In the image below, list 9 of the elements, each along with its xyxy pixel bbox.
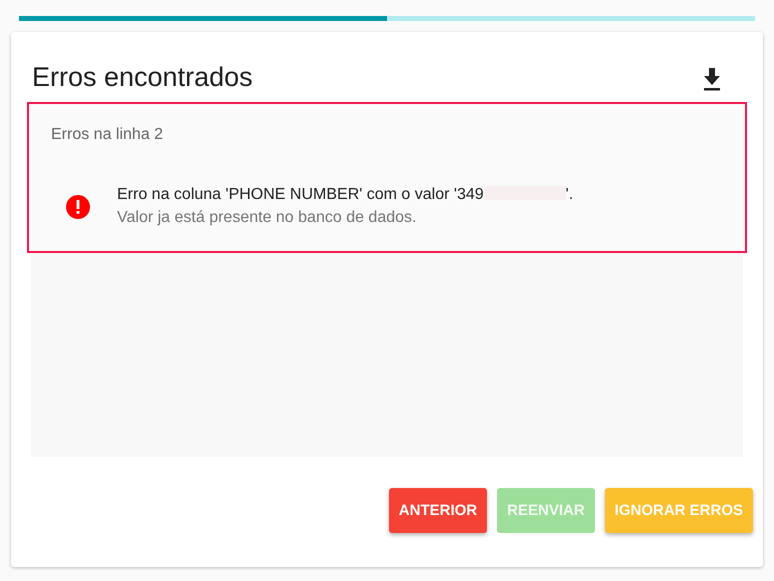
download-icon[interactable]	[701, 67, 723, 91]
card-title: Erros encontrados	[32, 62, 253, 93]
error-heading: Erros na linha 2	[51, 126, 164, 144]
error-detail: Valor ja está presente no banco de dados.	[117, 209, 418, 227]
action-button[interactable]: IGNORAR ERROS	[604, 488, 753, 533]
action-button[interactable]: ANTERIOR	[388, 488, 488, 533]
error-message-end: '.	[566, 186, 574, 203]
error-message: Erro na coluna 'PHONE NUMBER' com o valor '349	[117, 186, 484, 203]
error-icon	[66, 194, 90, 218]
